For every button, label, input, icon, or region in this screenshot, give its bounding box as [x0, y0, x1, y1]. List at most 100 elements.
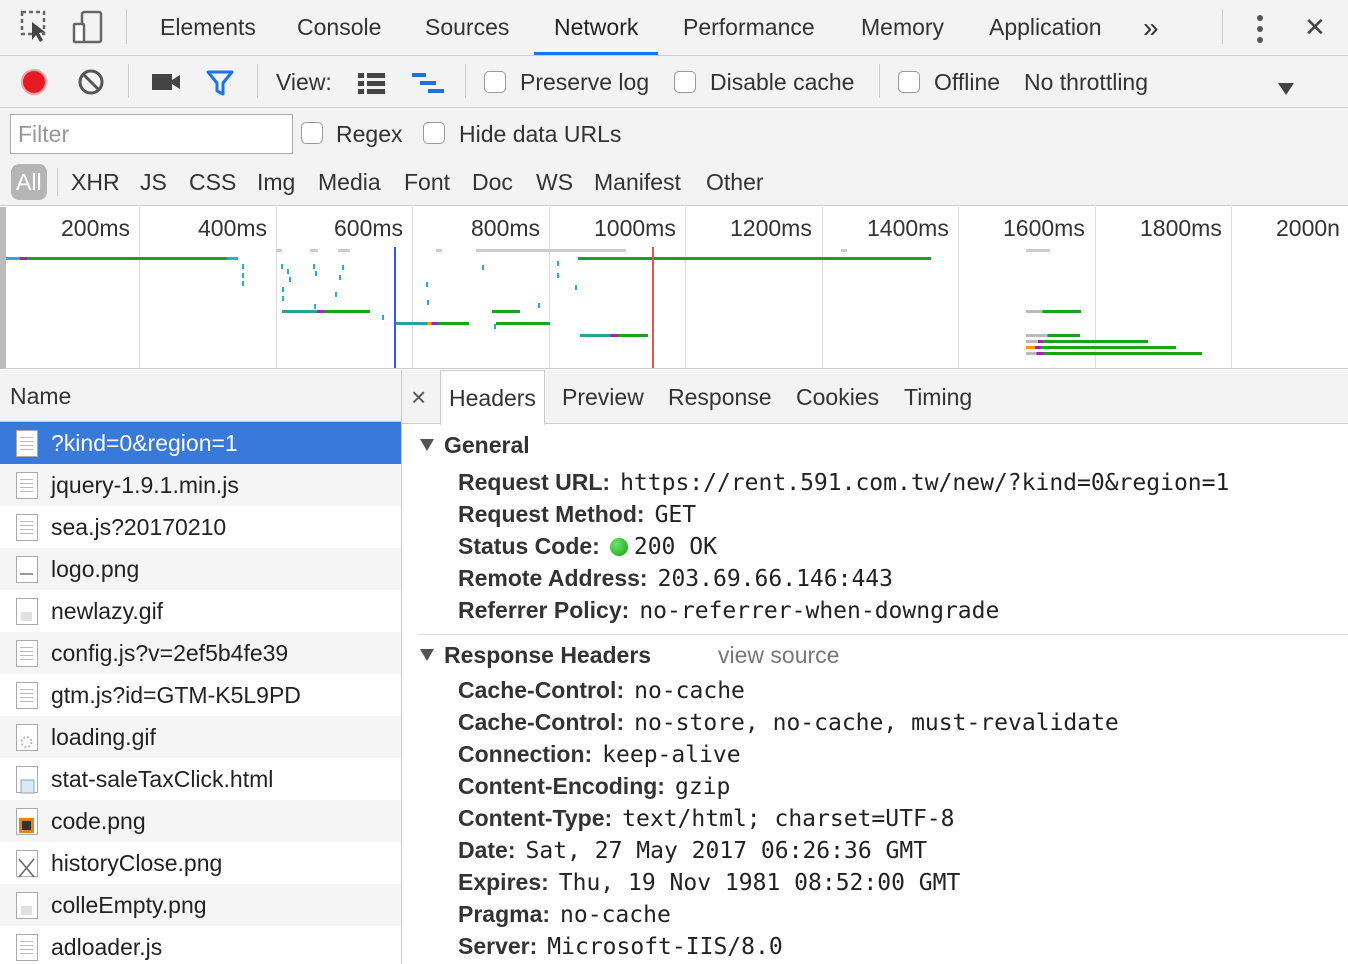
header-key: Expires: [458, 869, 549, 895]
offline-checkbox[interactable] [898, 71, 920, 93]
request-row[interactable]: newlazy.gif [0, 590, 401, 632]
image-icon [16, 556, 38, 583]
header-row: Request URL: https://rent.591.com.tw/new/… [458, 466, 1229, 498]
details-tab-bar: × Headers Preview Response Cookies Timin… [402, 370, 1348, 425]
view-source-link[interactable]: view source [718, 642, 839, 669]
filter-input[interactable] [10, 114, 293, 154]
request-row[interactable]: logo.png [0, 548, 401, 590]
response-headers-section-toggle[interactable]: Response Headers [420, 642, 651, 669]
header-key: Content-Encoding: [458, 773, 665, 799]
record-icon[interactable] [20, 68, 48, 102]
header-key: Request URL: [458, 469, 611, 495]
hide-data-urls-label: Hide data URLs [459, 121, 622, 147]
filter-funnel-icon[interactable] [205, 69, 235, 103]
type-filter-manifest[interactable]: Manifest [594, 164, 681, 200]
tab-cookies[interactable]: Cookies [796, 370, 879, 424]
request-marker [538, 303, 540, 308]
type-filter-css[interactable]: CSS [189, 164, 236, 200]
timeline-overview[interactable]: 200ms 400ms 600ms 800ms 1000ms 1200ms 14… [0, 207, 1348, 369]
network-toolbar: View: Preserve log Disable cache Offline… [0, 56, 1348, 108]
request-name: jquery-1.9.1.min.js [51, 472, 239, 498]
close-devtools-button[interactable]: ✕ [1304, 0, 1326, 55]
tab-memory[interactable]: Memory [861, 0, 944, 55]
request-marker [282, 287, 284, 292]
type-filter-font[interactable]: Font [404, 164, 450, 200]
request-row[interactable]: stat-saleTaxClick.html [0, 758, 401, 800]
request-bar [1026, 352, 1202, 355]
header-row: Connection: keep-alive [458, 738, 741, 770]
request-row[interactable]: loading.gif [0, 716, 401, 758]
toolbar-separator [126, 10, 127, 44]
script-icon [16, 682, 38, 709]
disable-cache-label: Disable cache [710, 69, 855, 95]
request-row[interactable]: historyClose.png [0, 842, 401, 884]
tab-response[interactable]: Response [668, 370, 772, 424]
type-filter-doc[interactable]: Doc [472, 164, 513, 200]
device-toolbar-icon[interactable] [72, 10, 104, 52]
request-row[interactable]: ?kind=0&region=1 [0, 422, 401, 464]
disable-cache-checkbox[interactable] [674, 71, 696, 93]
type-filter-img[interactable]: Img [257, 164, 295, 200]
spinner-icon [16, 724, 38, 751]
script-icon [16, 640, 38, 667]
header-value: gzip [674, 774, 731, 800]
type-filter-xhr[interactable]: XHR [71, 164, 120, 200]
throttling-select[interactable]: No throttling [1024, 56, 1148, 108]
request-row[interactable]: sea.js?20170210 [0, 506, 401, 548]
tab-console[interactable]: Console [297, 0, 381, 55]
chevron-down-icon[interactable] [1277, 75, 1295, 102]
screenshot-camera-icon[interactable] [150, 70, 182, 100]
request-marker [242, 264, 244, 269]
clear-icon[interactable] [77, 68, 105, 102]
document-icon [16, 430, 38, 457]
close-details-button[interactable]: × [411, 370, 426, 424]
request-bar [841, 249, 847, 252]
hide-data-urls-checkbox[interactable] [423, 122, 445, 144]
header-value: 200 OK [633, 534, 717, 560]
preserve-log-checkbox[interactable] [484, 71, 506, 93]
request-row[interactable]: code.png [0, 800, 401, 842]
timeline-tick: 1600ms [1003, 215, 1085, 241]
header-row: Date: Sat, 27 May 2017 06:26:36 GMT [458, 834, 927, 866]
request-row[interactable]: colleEmpty.png [0, 884, 401, 926]
close-image-icon [16, 850, 38, 878]
tab-network[interactable]: Network [533, 0, 659, 55]
tab-timing[interactable]: Timing [904, 370, 972, 424]
type-filter-media[interactable]: Media [318, 164, 381, 200]
request-marker [342, 265, 344, 270]
header-key: Server: [458, 933, 538, 959]
response-headers-title: Response Headers [444, 642, 652, 668]
type-filter-other[interactable]: Other [706, 164, 764, 200]
kebab-menu-icon[interactable] [1252, 14, 1268, 50]
tab-performance[interactable]: Performance [683, 0, 815, 55]
type-filter-all[interactable]: All [11, 164, 47, 200]
request-marker [426, 282, 428, 287]
header-value: GET [654, 502, 697, 528]
tab-elements[interactable]: Elements [160, 0, 256, 55]
regex-checkbox[interactable] [301, 122, 323, 144]
request-row[interactable]: adloader.js [0, 926, 401, 964]
request-marker [339, 275, 341, 280]
request-bar [1026, 310, 1081, 313]
large-rows-icon[interactable] [356, 71, 388, 101]
request-row[interactable]: config.js?v=2ef5b4fe39 [0, 632, 401, 674]
tab-headers[interactable]: Headers [440, 370, 545, 425]
header-row: Remote Address: 203.69.66.146:443 [458, 562, 893, 594]
type-filter-ws[interactable]: WS [536, 164, 573, 200]
request-bar [1026, 346, 1176, 349]
name-column-header[interactable]: Name [0, 370, 401, 422]
more-tabs-button[interactable]: » [1143, 0, 1159, 55]
timeline-tick: 600ms [334, 215, 404, 241]
inspect-element-icon[interactable] [20, 10, 50, 50]
tab-preview[interactable]: Preview [562, 370, 644, 424]
dom-content-loaded-marker [394, 247, 396, 368]
request-marker [242, 281, 244, 286]
request-row[interactable]: gtm.js?id=GTM-K5L9PD [0, 674, 401, 716]
general-section-toggle[interactable]: General [420, 432, 530, 459]
request-row[interactable]: jquery-1.9.1.min.js [0, 464, 401, 506]
type-filter-js[interactable]: JS [140, 164, 167, 200]
waterfall-overview-icon[interactable] [410, 70, 448, 102]
image-icon [16, 892, 38, 919]
tab-application[interactable]: Application [989, 0, 1102, 55]
tab-sources[interactable]: Sources [425, 0, 509, 55]
